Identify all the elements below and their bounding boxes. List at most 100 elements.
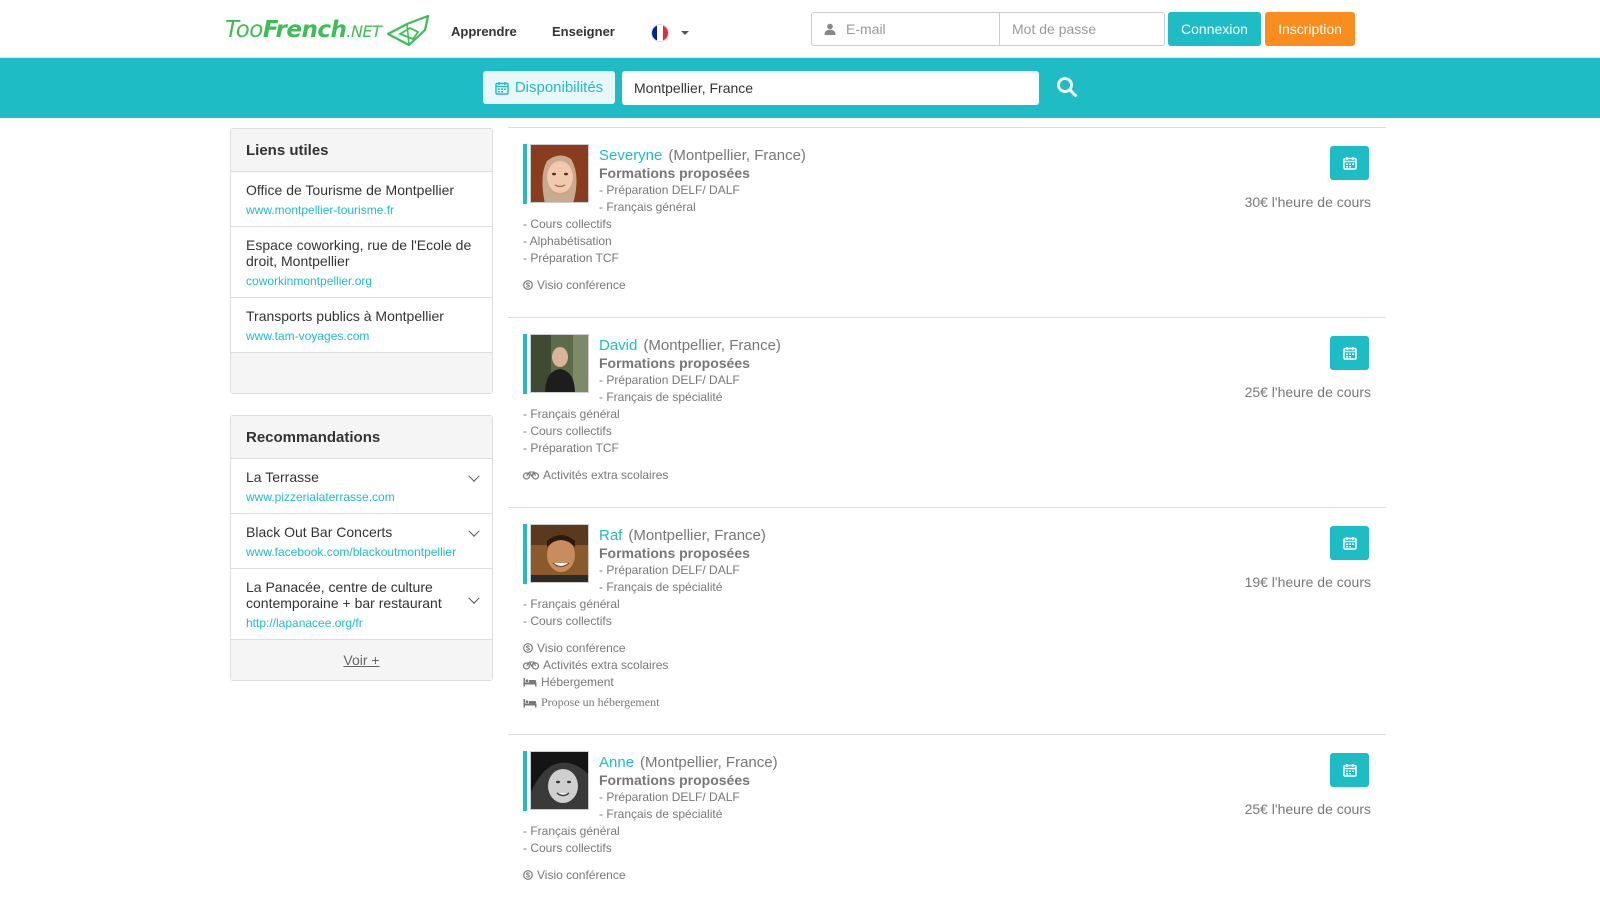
calendar-button[interactable] xyxy=(1330,336,1369,370)
login-form xyxy=(811,12,1165,46)
formations-title: Formations proposées xyxy=(599,165,750,181)
calendar-button[interactable] xyxy=(1330,526,1369,560)
teacher-name[interactable]: Raf xyxy=(599,527,622,544)
availability-label: Disponibilités xyxy=(514,79,604,96)
chevron-down-icon[interactable] xyxy=(681,31,689,35)
teacher-avatar-frame xyxy=(523,751,589,811)
teacher-location: (Montpellier, France) xyxy=(628,527,766,544)
formations-title: Formations proposées xyxy=(599,772,750,788)
location-search-input[interactable] xyxy=(622,71,1039,105)
service-label: Activités extra scolaires xyxy=(543,658,669,672)
nav-enseigner[interactable]: Enseigner xyxy=(552,24,615,39)
useful-link-title: Office de Tourisme de Montpellier xyxy=(246,182,455,198)
email-field-wrapper xyxy=(811,12,1000,46)
formation-item: - Préparation DELF/ DALF xyxy=(599,790,740,804)
signup-button[interactable]: Inscription xyxy=(1265,12,1355,46)
teacher-avatar-frame xyxy=(523,144,589,204)
recommendation-url[interactable]: www.pizzerialaterrasse.com xyxy=(246,490,477,504)
teacher-name-line: Anne (Montpellier, France) xyxy=(599,754,778,771)
useful-links-footer xyxy=(231,353,492,393)
service-item: Propose un hébergement xyxy=(523,695,659,710)
avatar[interactable] xyxy=(530,524,589,583)
recommendation-title: La Panacée, centre de culture contempora… xyxy=(246,579,442,611)
logo-book-icon xyxy=(387,14,430,47)
teacher-name-line: Raf (Montpellier, France) xyxy=(599,527,766,544)
teacher-card: David (Montpellier, France) Formations pr… xyxy=(508,317,1386,507)
service-item: Visio conférence xyxy=(523,278,626,292)
avatar[interactable] xyxy=(530,751,589,810)
price-label: 19€ l'heure de cours xyxy=(1244,574,1371,590)
useful-link-title: Transports publics à Montpellier xyxy=(246,308,444,324)
service-label: Visio conférence xyxy=(537,278,626,292)
skype-icon xyxy=(523,870,533,880)
login-button[interactable]: Connexion xyxy=(1168,12,1261,46)
teacher-avatar-frame xyxy=(523,524,589,584)
teacher-name[interactable]: Anne xyxy=(599,754,634,771)
formation-item: - Cours collectifs xyxy=(523,614,612,628)
calendar-icon xyxy=(1342,347,1357,360)
search-icon xyxy=(1057,77,1077,97)
recommendation-url[interactable]: www.facebook.com/blackoutmontpellier xyxy=(246,545,477,559)
formation-item: - Préparation DELF/ DALF xyxy=(599,373,740,387)
formation-item: - Préparation TCF xyxy=(523,441,619,455)
calendar-icon xyxy=(495,81,509,95)
fr-flag-icon[interactable] xyxy=(651,24,669,42)
calendar-button[interactable] xyxy=(1330,753,1369,787)
email-input[interactable] xyxy=(846,21,986,37)
recommendations-panel: Recommandations La Terrasse www.pizzeria… xyxy=(230,415,493,681)
formation-item: - Français général xyxy=(523,407,620,421)
calendar-button[interactable] xyxy=(1330,146,1369,180)
useful-links-title: Liens utiles xyxy=(231,129,492,172)
useful-link-item: Transports publics à Montpellier www.tam… xyxy=(231,298,492,353)
useful-link-title: Espace coworking, rue de l'Ecole de droi… xyxy=(246,237,472,269)
teacher-name[interactable]: David xyxy=(599,337,637,354)
calendar-icon xyxy=(1342,764,1357,777)
teacher-card: Raf (Montpellier, France) Formations prop… xyxy=(508,507,1386,734)
formation-item: - Préparation DELF/ DALF xyxy=(599,183,740,197)
formation-item: - Cours collectifs xyxy=(523,841,612,855)
useful-links-panel: Liens utiles Office de Tourisme de Montp… xyxy=(230,128,493,394)
recommendation-url[interactable]: http://lapanacee.org/fr xyxy=(246,616,477,630)
search-button[interactable] xyxy=(1055,76,1079,100)
bicycle-icon xyxy=(523,661,539,670)
teacher-card: Severyne (Montpellier, France) Formations… xyxy=(508,127,1386,317)
recommendation-item[interactable]: Black Out Bar Concerts www.facebook.com/… xyxy=(231,514,492,569)
password-input[interactable] xyxy=(1012,21,1152,37)
recommendation-title: Black Out Bar Concerts xyxy=(246,524,393,540)
formation-item: - Français de spécialité xyxy=(599,807,723,821)
useful-link-url[interactable]: coworkinmontpellier.org xyxy=(246,274,477,288)
formation-item: - Français général xyxy=(523,597,620,611)
nav-apprendre[interactable]: Apprendre xyxy=(451,24,517,39)
recommendations-title: Recommandations xyxy=(231,416,492,459)
useful-link-url[interactable]: www.tam-voyages.com xyxy=(246,329,477,343)
avatar[interactable] xyxy=(530,144,589,203)
useful-link-item: Office de Tourisme de Montpellier www.mo… xyxy=(231,172,492,227)
teacher-name[interactable]: Severyne xyxy=(599,147,662,164)
see-more-link[interactable]: Voir + xyxy=(343,652,379,668)
password-field-wrapper xyxy=(1000,12,1165,46)
service-label: Visio conférence xyxy=(537,641,626,655)
bicycle-icon xyxy=(523,471,539,480)
bed-icon xyxy=(523,698,537,707)
formation-item: - Cours collectifs xyxy=(523,424,612,438)
price-label: 30€ l'heure de cours xyxy=(1244,194,1371,210)
service-item: Visio conférence xyxy=(523,868,626,882)
formation-item: - Alphabétisation xyxy=(523,234,612,248)
teacher-location: (Montpellier, France) xyxy=(668,147,806,164)
teacher-avatar-frame xyxy=(523,334,589,394)
useful-link-url[interactable]: www.montpellier-tourisme.fr xyxy=(246,203,477,217)
skype-icon xyxy=(523,280,533,290)
top-navbar: TooFrench.NET Apprendre Enseigner Connex… xyxy=(0,0,1600,58)
recommendation-item[interactable]: La Panacée, centre de culture contempora… xyxy=(231,569,492,640)
formations-title: Formations proposées xyxy=(599,545,750,561)
calendar-icon xyxy=(1342,157,1357,170)
site-logo[interactable]: TooFrench.NET xyxy=(225,12,431,48)
recommendation-item[interactable]: La Terrasse www.pizzerialaterrasse.com xyxy=(231,459,492,514)
avatar[interactable] xyxy=(530,334,589,393)
service-label: Visio conférence xyxy=(537,868,626,882)
availability-button[interactable]: Disponibilités xyxy=(483,71,615,104)
recommendation-title: La Terrasse xyxy=(246,469,319,485)
service-item: Activités extra scolaires xyxy=(523,658,668,672)
formation-item: - Préparation DELF/ DALF xyxy=(599,563,740,577)
formation-item: - Français général xyxy=(599,200,696,214)
